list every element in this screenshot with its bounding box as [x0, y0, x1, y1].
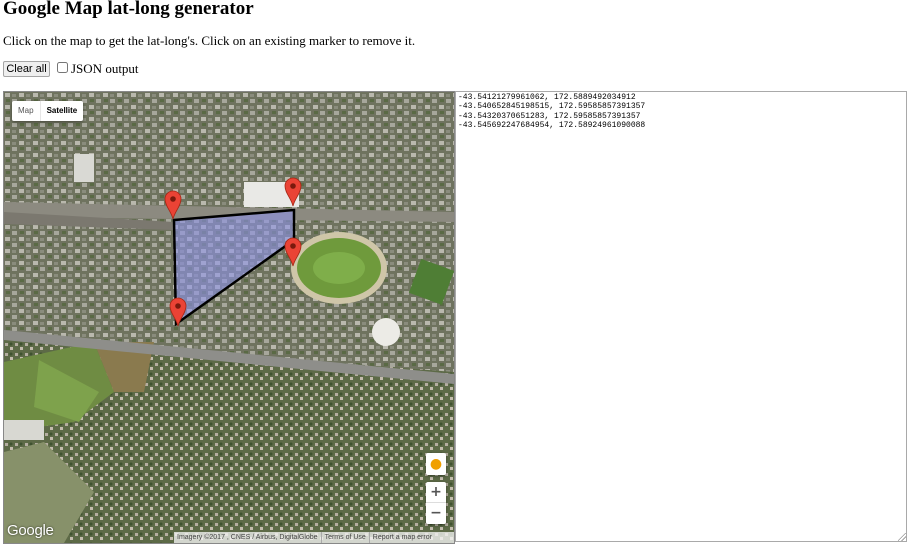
instructions-text: Click on the map to get the lat-long's. …: [3, 33, 416, 48]
map-type-map-button[interactable]: Map: [12, 101, 40, 121]
map-marker[interactable]: [164, 190, 182, 220]
json-output-checkbox[interactable]: [57, 62, 68, 73]
terms-of-use-link[interactable]: Terms of Use: [320, 532, 369, 543]
map-marker[interactable]: [169, 297, 187, 327]
page-title: Google Map lat-long generator: [3, 0, 254, 19]
json-output-label: JSON output: [71, 61, 139, 76]
map-marker[interactable]: [284, 237, 302, 267]
satellite-map[interactable]: Map Satellite ● + − Google Imagery ©2017…: [3, 91, 455, 544]
zoom-out-button[interactable]: −: [426, 503, 446, 524]
map-marker[interactable]: [284, 177, 302, 207]
report-map-error-link[interactable]: Report a map error: [368, 532, 435, 543]
latlong-output-textarea[interactable]: -43.54121279961062, 172.5889492034912 -4…: [455, 91, 907, 542]
textarea-resize-handle[interactable]: [898, 533, 906, 541]
zoom-in-button[interactable]: +: [426, 482, 446, 503]
pegman-icon[interactable]: ●: [426, 453, 446, 475]
map-attribution: Imagery ©2017 , CNES / Airbus, DigitalGl…: [174, 532, 454, 543]
map-type-control: Map Satellite: [12, 101, 84, 121]
zoom-control: + −: [426, 482, 446, 524]
map-type-satellite-button[interactable]: Satellite: [39, 101, 84, 121]
clear-all-button[interactable]: Clear all: [3, 61, 50, 77]
imagery-credit: Imagery ©2017 , CNES / Airbus, DigitalGl…: [177, 534, 318, 541]
marker-layer: [164, 177, 302, 327]
google-logo: Google: [7, 522, 54, 539]
